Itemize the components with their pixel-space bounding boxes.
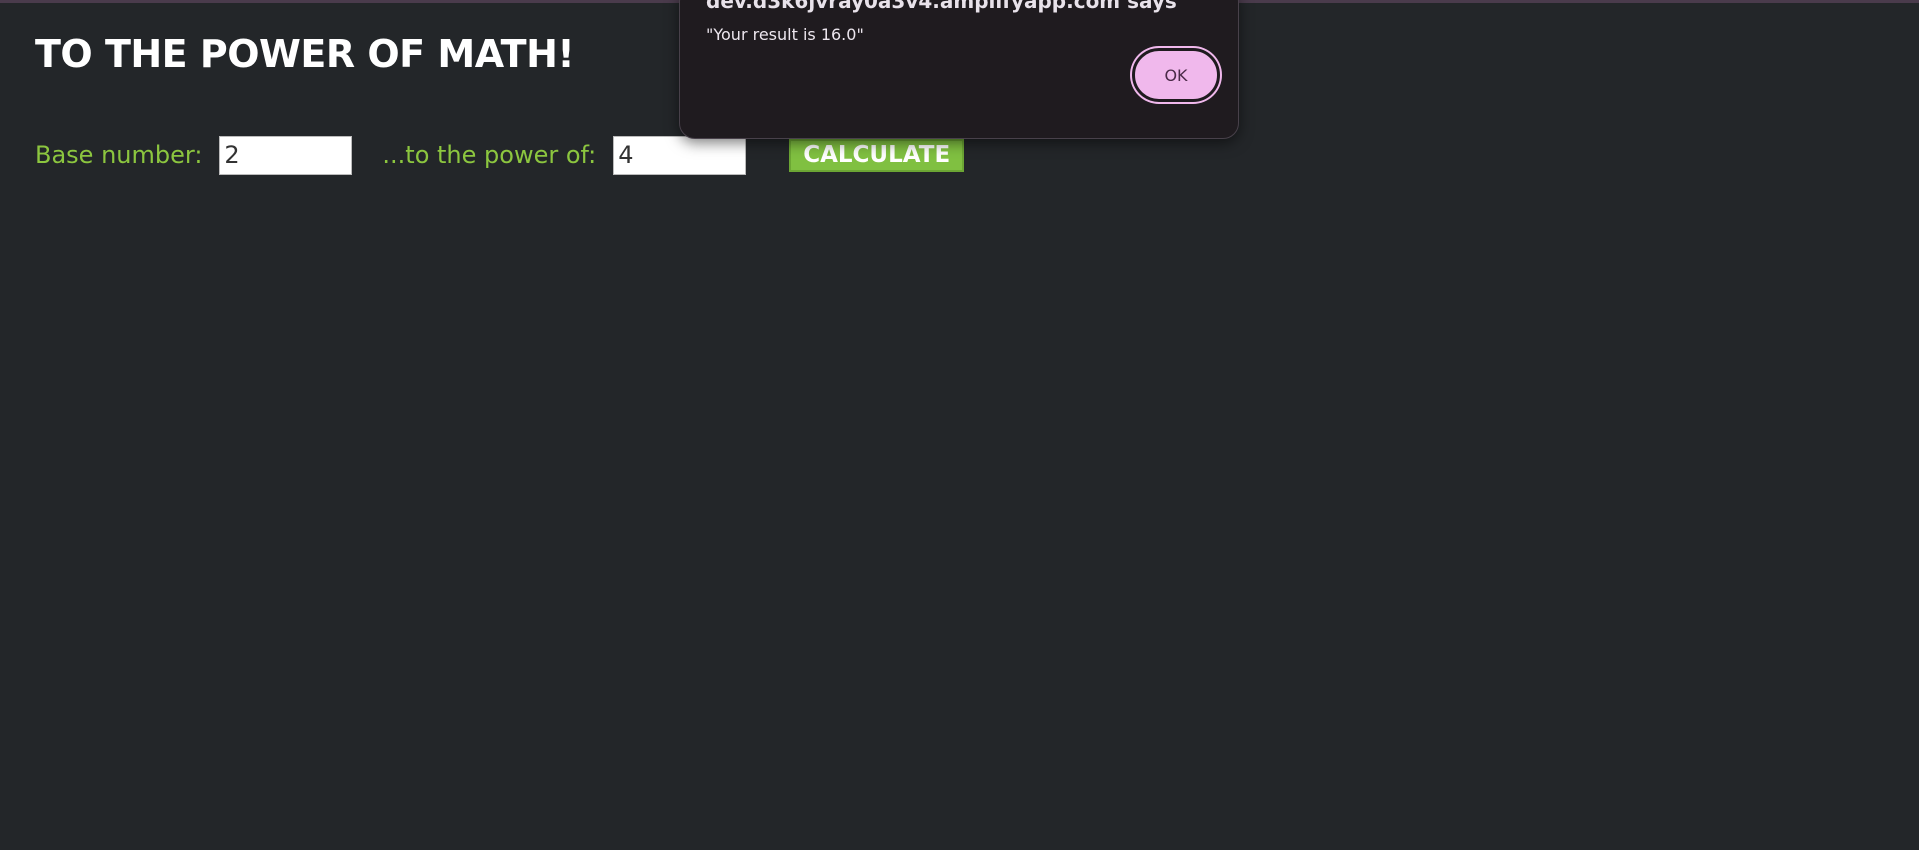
calculate-button[interactable]: CALCULATE [789,138,965,172]
power-form: Base number: ...to the power of: CALCULA… [35,135,965,175]
alert-message: "Your result is 16.0" [706,25,864,44]
power-label: ...to the power of: [382,141,597,169]
ok-button[interactable]: OK [1132,48,1220,102]
base-number-label: Base number: [35,141,203,169]
power-input[interactable] [613,135,747,175]
alert-dialog: dev.d3k6jvray0a3v4.amplifyapp.com says "… [679,0,1239,139]
page-title: TO THE POWER OF MATH! [35,32,575,76]
base-number-input[interactable] [219,135,353,175]
alert-origin-text: dev.d3k6jvray0a3v4.amplifyapp.com says [706,0,1177,13]
